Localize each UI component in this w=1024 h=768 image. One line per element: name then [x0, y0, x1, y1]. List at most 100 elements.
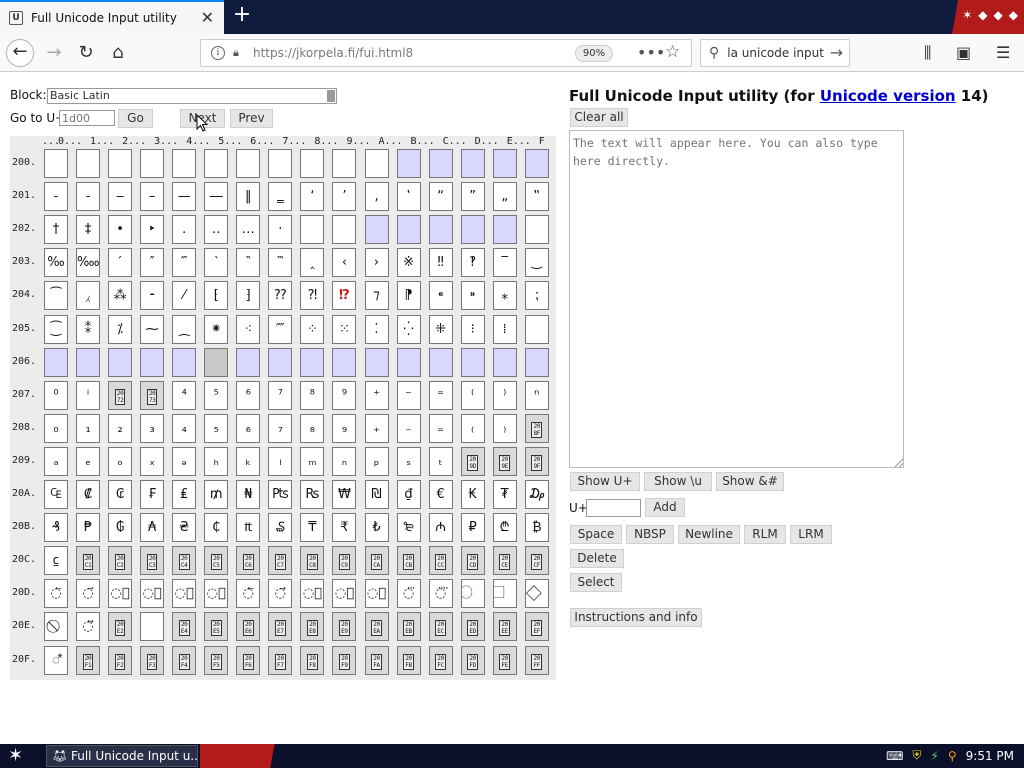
- char-cell[interactable]: ₳: [140, 513, 165, 543]
- char-cell[interactable]: ₇: [268, 413, 293, 443]
- char-cell[interactable]: ₡: [76, 480, 101, 509]
- char-cell[interactable]: 20 9D: [460, 446, 485, 476]
- char-cell[interactable]: ‼: [428, 248, 453, 278]
- char-cell[interactable]: ₨: [300, 480, 325, 509]
- char-cell[interactable]: —: [172, 182, 197, 212]
- char-cell[interactable]: [396, 215, 421, 245]
- char-cell[interactable]: 20 E2: [108, 612, 133, 642]
- char-cell[interactable]: ◌⃚: [364, 579, 389, 609]
- char-cell[interactable]: 20 72: [108, 380, 133, 410]
- char-cell[interactable]: [524, 149, 549, 178]
- char-cell[interactable]: 20 CE: [492, 546, 517, 576]
- char-cell[interactable]: ₢: [108, 480, 133, 509]
- char-cell[interactable]: 20 EF: [524, 612, 549, 642]
- page-actions-icon[interactable]: •••: [637, 43, 665, 62]
- menu-icon[interactable]: ☰: [996, 43, 1010, 62]
- char-cell[interactable]: 20 EA: [364, 612, 389, 642]
- char-cell[interactable]: 20 C1: [76, 546, 101, 576]
- char-cell[interactable]: [44, 347, 68, 377]
- bookmark-star-icon[interactable]: ☆: [665, 42, 680, 62]
- sidebar-icon[interactable]: ▣: [956, 43, 971, 62]
- char-cell[interactable]: ⁾: [492, 380, 517, 410]
- char-cell[interactable]: ⁺: [364, 380, 389, 410]
- char-cell[interactable]: [108, 347, 133, 377]
- select-button[interactable]: Select: [570, 573, 622, 592]
- char-cell[interactable]: ₚ: [364, 446, 389, 476]
- char-cell[interactable]: –: [140, 182, 165, 212]
- char-cell[interactable]: ₲: [108, 513, 133, 543]
- add-button[interactable]: Add: [645, 498, 685, 517]
- char-cell[interactable]: ₻: [396, 513, 421, 543]
- start-menu-icon[interactable]: ✶: [8, 746, 23, 766]
- char-cell[interactable]: 20 C2: [108, 546, 133, 576]
- char-cell[interactable]: 20 C9: [332, 546, 357, 576]
- char-cell[interactable]: „: [492, 182, 517, 212]
- search-go-icon[interactable]: →: [830, 43, 843, 62]
- char-cell[interactable]: [396, 149, 421, 178]
- char-cell[interactable]: 20 8F: [524, 413, 549, 443]
- shield-icon[interactable]: ⛨: [912, 748, 921, 763]
- char-cell[interactable]: 20 C4: [172, 546, 197, 576]
- char-cell[interactable]: [268, 149, 293, 178]
- char-cell[interactable]: ◌⃒: [108, 579, 133, 609]
- char-cell[interactable]: ⃠: [44, 612, 68, 642]
- char-cell[interactable]: ‚: [364, 182, 389, 212]
- char-cell[interactable]: 20 C7: [268, 546, 293, 576]
- search-bar[interactable]: ⚲ la unicode input →: [700, 39, 850, 67]
- char-cell[interactable]: [140, 347, 165, 377]
- char-cell[interactable]: ◌⃔: [172, 579, 197, 609]
- forward-button[interactable]: →: [40, 39, 68, 67]
- char-cell[interactable]: [300, 347, 325, 377]
- char-cell[interactable]: ‽: [460, 248, 485, 278]
- char-cell[interactable]: [428, 149, 453, 178]
- char-cell[interactable]: ◌⃓: [140, 579, 165, 609]
- show-u-button[interactable]: Show \u: [644, 472, 712, 491]
- back-button[interactable]: ←: [6, 39, 34, 67]
- char-cell[interactable]: 20 E5: [204, 612, 229, 642]
- char-cell[interactable]: [172, 347, 197, 377]
- char-cell[interactable]: ₵: [204, 513, 229, 543]
- char-cell[interactable]: ‟: [524, 182, 549, 212]
- search-text[interactable]: la unicode input: [727, 46, 824, 60]
- char-cell[interactable]: ⁏: [524, 281, 549, 311]
- char-cell[interactable]: ⁘: [300, 314, 325, 344]
- char-cell[interactable]: 20 CA: [364, 546, 389, 576]
- char-cell[interactable]: ⁌: [428, 281, 453, 311]
- char-cell[interactable]: 20 9E: [492, 446, 517, 476]
- char-cell[interactable]: €: [428, 480, 453, 509]
- keyboard-icon[interactable]: ⌨: [886, 749, 903, 763]
- char-cell[interactable]: ‥: [204, 215, 229, 245]
- char-cell[interactable]: ⁴: [172, 380, 197, 410]
- char-cell[interactable]: ⁼: [428, 380, 453, 410]
- char-cell[interactable]: 20 FE: [492, 645, 517, 675]
- char-cell[interactable]: 20 ED: [460, 612, 485, 642]
- char-cell[interactable]: [332, 149, 357, 178]
- char-cell[interactable]: ⁱ: [76, 380, 101, 410]
- char-cell[interactable]: ₠: [44, 480, 68, 509]
- char-cell[interactable]: 20 CF: [524, 546, 549, 576]
- char-cell[interactable]: ⁗: [268, 314, 293, 344]
- char-cell[interactable]: ‘: [300, 182, 325, 212]
- char-cell[interactable]: ₑ: [76, 446, 101, 476]
- char-cell[interactable]: [236, 347, 261, 377]
- char-cell[interactable]: 20 F1: [76, 645, 101, 675]
- go-button[interactable]: Go: [118, 109, 153, 128]
- char-cell[interactable]: ⁶: [236, 380, 261, 410]
- char-cell[interactable]: 20 EC: [428, 612, 453, 642]
- char-cell[interactable]: 20 73: [140, 380, 165, 410]
- char-cell[interactable]: [492, 347, 517, 377]
- char-cell[interactable]: 20 FA: [364, 645, 389, 675]
- char-cell[interactable]: ⁃: [140, 281, 165, 311]
- unicode-version-link[interactable]: Unicode version: [820, 87, 956, 105]
- output-textarea[interactable]: [569, 130, 904, 468]
- char-cell[interactable]: ◌⃡: [76, 612, 101, 642]
- char-cell[interactable]: ◌⃐: [44, 579, 68, 609]
- char-cell[interactable]: ⁁: [76, 281, 101, 311]
- char-cell[interactable]: 20 E9: [332, 612, 357, 642]
- char-cell[interactable]: ₾: [492, 513, 517, 543]
- library-icon[interactable]: ⫼: [924, 43, 931, 63]
- close-tab-icon[interactable]: ✕: [201, 9, 214, 27]
- char-cell[interactable]: ◌⃗: [268, 579, 293, 609]
- char-cell[interactable]: 20 FB: [396, 645, 421, 675]
- char-cell[interactable]: 20 9F: [524, 446, 549, 476]
